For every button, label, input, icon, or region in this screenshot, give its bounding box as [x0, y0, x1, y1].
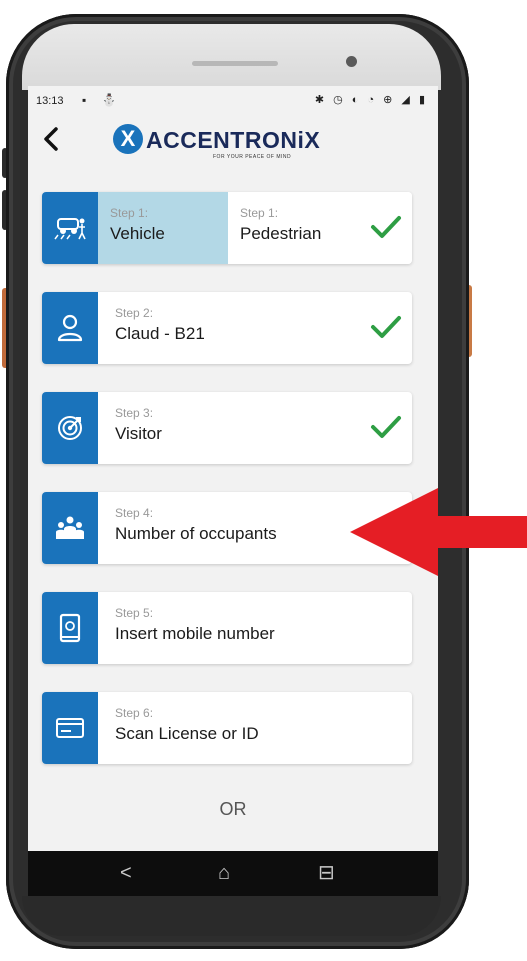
logo-text: ACCENTRONiX — [146, 127, 321, 153]
step1-pedestrian-label: Step 1: — [240, 206, 279, 220]
status-time: 13:13 — [36, 95, 64, 107]
step1-pedestrian-value: Pedestrian — [240, 224, 322, 243]
or-divider-text: OR — [219, 799, 247, 819]
app-bar: X ACCENTRONiX FOR YOUR PEACE OF MIND — [28, 116, 438, 176]
id-card-icon — [56, 718, 84, 738]
step3-value: Visitor — [115, 424, 162, 443]
system-status-icons: ✱ ◷ ◐ ◔ ⊕ ◢ ▮ — [314, 94, 428, 106]
step1-vehicle-label: Step 1: — [110, 206, 149, 220]
checkmark-icon — [371, 316, 401, 338]
step3-icon-box — [42, 392, 98, 464]
front-camera — [346, 56, 357, 67]
notification-icons: ▪ ⛄ — [82, 93, 123, 107]
phone-top-bezel — [22, 24, 441, 90]
status-bar: 13:13 ▪ ⛄ ✱ ◷ ◐ ◔ ⊕ ◢ ▮ — [28, 86, 438, 116]
step2-icon-box — [42, 292, 98, 364]
nav-back-button[interactable]: < — [120, 861, 132, 885]
step6-card[interactable]: Step 6: Scan License or ID — [42, 692, 412, 764]
mobile-phone-icon — [59, 613, 81, 643]
step1-card: Step 1: Vehicle Step 1: Pedestrian — [42, 192, 412, 264]
step6-value: Scan License or ID — [115, 724, 259, 743]
red-arrow-annotation — [350, 488, 527, 576]
logo-mark: X — [113, 124, 143, 154]
group-icon — [56, 516, 84, 539]
vehicle-icon — [54, 218, 86, 240]
step2-label: Step 2: — [115, 306, 154, 320]
step5-icon-box — [42, 592, 98, 664]
chevron-left-icon — [44, 127, 58, 151]
checkmark-icon — [371, 416, 401, 438]
android-nav-bar: < ⌂ ⊟ — [28, 851, 438, 896]
speaker-grille — [192, 61, 278, 66]
app-screen: 13:13 ▪ ⛄ ✱ ◷ ◐ ◔ ⊕ ◢ ▮ X ACCENTRONiX FO… — [28, 86, 438, 851]
step1-vehicle-value: Vehicle — [110, 224, 165, 243]
nav-recents-button[interactable]: ⊟ — [318, 861, 335, 885]
step5-card[interactable]: Step 5: Insert mobile number — [42, 592, 412, 664]
step3-label: Step 3: — [115, 406, 154, 420]
phone-bottom-bezel — [22, 896, 441, 936]
back-button[interactable] — [42, 126, 60, 158]
step2-card[interactable]: Step 2: Claud - B21 — [42, 292, 412, 364]
logo-tagline: FOR YOUR PEACE OF MIND — [213, 154, 292, 160]
user-icon — [57, 314, 83, 342]
step3-card[interactable]: Step 3: Visitor — [42, 392, 412, 464]
step4-value: Number of occupants — [115, 524, 277, 543]
step6-label: Step 6: — [115, 706, 154, 720]
step4-label: Step 4: — [115, 506, 154, 520]
nav-home-button[interactable]: ⌂ — [218, 861, 230, 885]
step5-value: Insert mobile number — [115, 624, 275, 643]
checkmark-icon — [371, 216, 401, 238]
vehicle-option[interactable]: Step 1: Vehicle — [98, 192, 228, 264]
target-icon — [58, 416, 82, 440]
step2-value: Claud - B21 — [115, 324, 205, 343]
step1-icon-box — [42, 192, 98, 264]
pedestrian-option[interactable]: Step 1: Pedestrian — [228, 192, 412, 264]
step6-icon-box — [42, 692, 98, 764]
step5-label: Step 5: — [115, 606, 154, 620]
step4-icon-box — [42, 492, 98, 564]
